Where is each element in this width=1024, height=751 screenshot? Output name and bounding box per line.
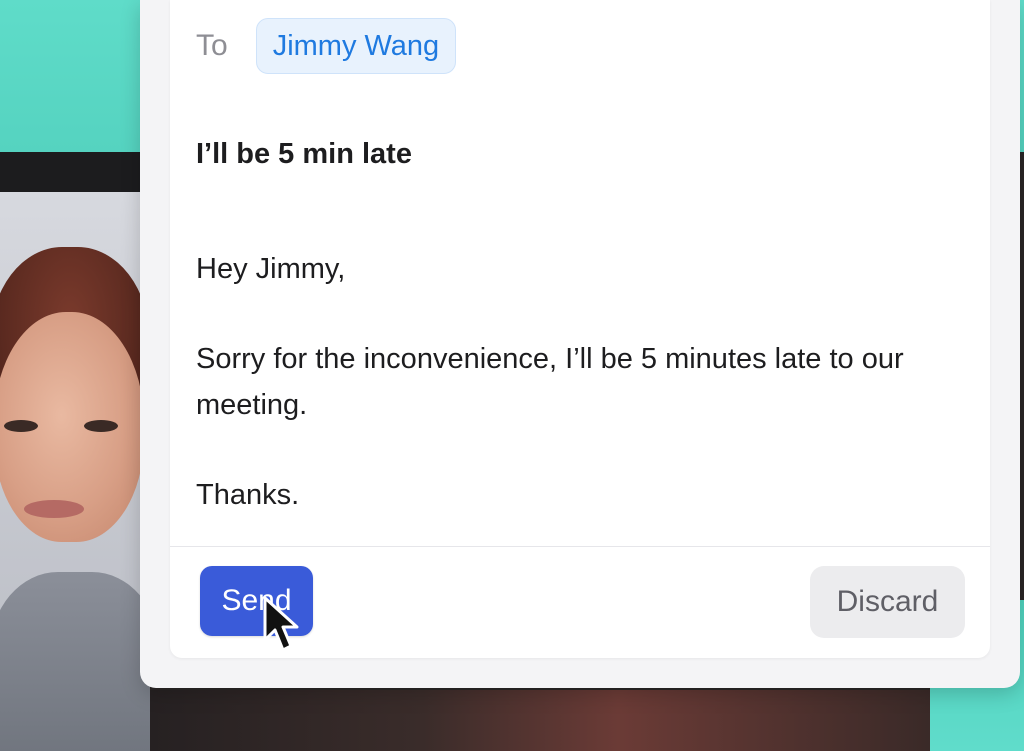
recipient-row: To Jimmy Wang xyxy=(196,18,457,74)
email-greeting: Hey Jimmy, xyxy=(196,253,346,285)
email-signoff: Thanks. xyxy=(196,479,300,511)
participant-video-tile xyxy=(0,192,150,751)
email-compose-card: To Jimmy Wang I’ll be 5 min late Hey Jim… xyxy=(170,0,990,658)
to-label: To xyxy=(196,29,228,62)
participant-eye-left xyxy=(4,420,38,432)
participant-eye-right xyxy=(84,420,118,432)
mouse-pointer-icon xyxy=(263,596,299,652)
recipient-chip[interactable]: Jimmy Wang xyxy=(255,18,457,74)
participant-clothing xyxy=(0,572,150,751)
participant-video-tile-bottom xyxy=(150,690,930,751)
email-subject[interactable]: I’ll be 5 min late xyxy=(196,138,412,171)
footer-divider xyxy=(170,546,990,547)
email-compose-panel: To Jimmy Wang I’ll be 5 min late Hey Jim… xyxy=(140,0,1020,688)
email-body[interactable]: Hey Jimmy, Sorry for the inconvenience, … xyxy=(196,246,966,518)
discard-button[interactable]: Discard xyxy=(810,566,965,638)
email-paragraph: Sorry for the inconvenience, I’ll be 5 m… xyxy=(196,343,904,421)
participant-lips xyxy=(24,500,84,518)
background-dark-band xyxy=(0,152,150,192)
